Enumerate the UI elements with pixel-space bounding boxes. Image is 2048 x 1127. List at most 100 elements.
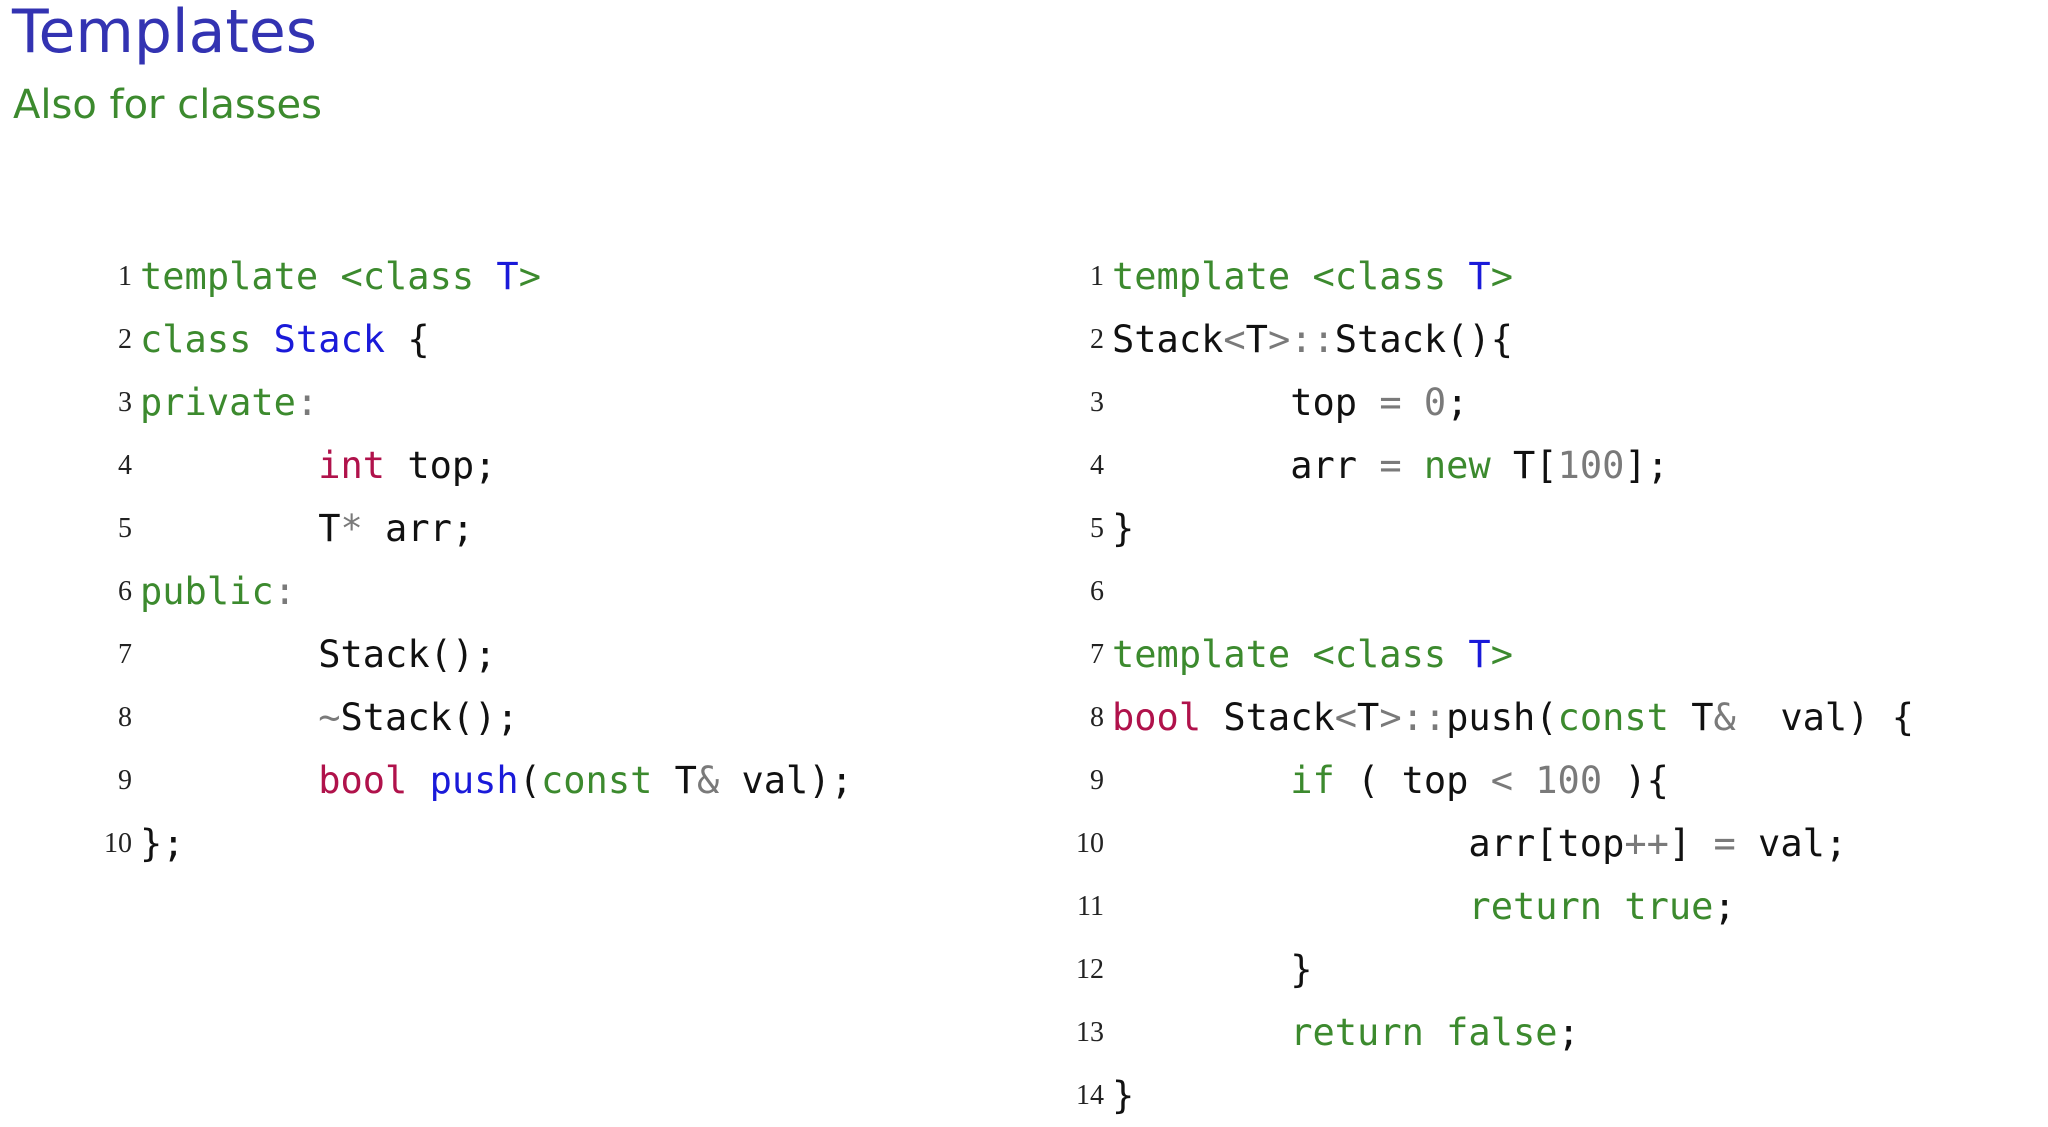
code-token: private (140, 381, 296, 424)
code-text: T* arr; (140, 497, 474, 560)
line-number: 8 (1090, 702, 1104, 733)
code-text: bool Stack<T>::push(const T& val) { (1112, 686, 1914, 749)
code-token: ; (1557, 1011, 1580, 1054)
code-token: class (140, 318, 274, 361)
code-text: }; (140, 812, 185, 875)
code-token: ~ (318, 696, 341, 739)
code-token: T (1668, 696, 1714, 739)
code-token: } (1112, 1074, 1135, 1117)
code-token: val; (1735, 822, 1848, 865)
line-number: 7 (118, 639, 132, 670)
code-text: private: (140, 371, 318, 434)
line-number: 14 (1076, 1080, 1104, 1111)
line-number: 6 (1090, 576, 1104, 607)
code-token: return false (1290, 1011, 1558, 1054)
code-token: template <class (1112, 633, 1469, 676)
code-token: ++ (1624, 822, 1669, 865)
code-token: ( top (1334, 759, 1491, 802)
line-number: 7 (1090, 639, 1104, 670)
code-token: push (429, 759, 519, 802)
code-text: bool push(const T& val); (140, 749, 853, 812)
line-number: 12 (1076, 954, 1104, 985)
code-token: : (273, 570, 296, 613)
code-token: T (652, 759, 697, 802)
code-token: template <class (1112, 255, 1469, 298)
code-token: const (1557, 696, 1669, 739)
code-token: return true (1468, 885, 1714, 928)
code-text: template <class T> (1112, 245, 1513, 308)
code-token: >:: (1267, 318, 1335, 361)
code-token: T (1245, 318, 1268, 361)
code-text: template <class T> (140, 245, 541, 308)
code-token: & (1713, 696, 1736, 739)
code-token: T (496, 255, 519, 298)
line-number: 4 (1090, 450, 1104, 481)
line-number: 6 (118, 576, 132, 607)
line-number: 2 (1090, 324, 1104, 355)
code-token: < (1334, 696, 1358, 739)
code-token: = (1379, 381, 1402, 424)
code-token: & (696, 759, 720, 802)
line-number: 3 (1090, 387, 1104, 418)
code-token: push( (1446, 696, 1558, 739)
code-token: arr; (362, 507, 475, 550)
code-token: = (1379, 444, 1402, 487)
code-token: Stack(); (318, 633, 497, 676)
line-number: 11 (1077, 891, 1104, 922)
code-token: ; (1446, 381, 1469, 424)
line-number: 9 (118, 765, 132, 796)
code-token: < (1223, 318, 1246, 361)
code-token: T (318, 507, 341, 550)
code-token: public (140, 570, 274, 613)
line-number: 2 (118, 324, 132, 355)
code-token: Stack(){ (1334, 318, 1513, 361)
code-text: } (1112, 1064, 1134, 1127)
code-token: T (1468, 255, 1491, 298)
code-token: 100 (1535, 759, 1603, 802)
code-token: { (385, 318, 430, 361)
line-number: 5 (1090, 513, 1104, 544)
code-text: template <class T> (1112, 623, 1513, 686)
code-token: ( (518, 759, 541, 802)
line-number: 1 (118, 261, 132, 292)
line-number: 3 (118, 387, 132, 418)
slide-title: Templates (12, 0, 318, 67)
line-number: 9 (1090, 765, 1104, 796)
code-token: top; (385, 444, 497, 487)
line-number: 10 (104, 828, 132, 859)
slide-subtitle: Also for classes (13, 82, 322, 128)
code-token: * (340, 507, 363, 550)
line-number: 10 (1076, 828, 1104, 859)
code-token: > (1490, 633, 1513, 676)
code-text: class Stack { (140, 308, 430, 371)
code-token: Stack (1201, 696, 1335, 739)
code-text: ~Stack(); (140, 686, 519, 749)
code-text: Stack(); (140, 623, 496, 686)
code-token: val); (719, 759, 853, 802)
code-token: }; (140, 822, 185, 865)
code-token: T (1357, 696, 1380, 739)
code-token: bool (1112, 696, 1202, 739)
line-number: 13 (1076, 1017, 1104, 1048)
code-token: = (1713, 822, 1736, 865)
code-token: val) { (1735, 696, 1914, 739)
code-token: ] (1668, 822, 1714, 865)
code-text: return true; (1112, 875, 1735, 938)
line-number: 1 (1090, 261, 1104, 292)
code-token: < (1490, 759, 1513, 802)
code-text: } (1112, 497, 1134, 560)
code-token: Stack (1112, 318, 1224, 361)
